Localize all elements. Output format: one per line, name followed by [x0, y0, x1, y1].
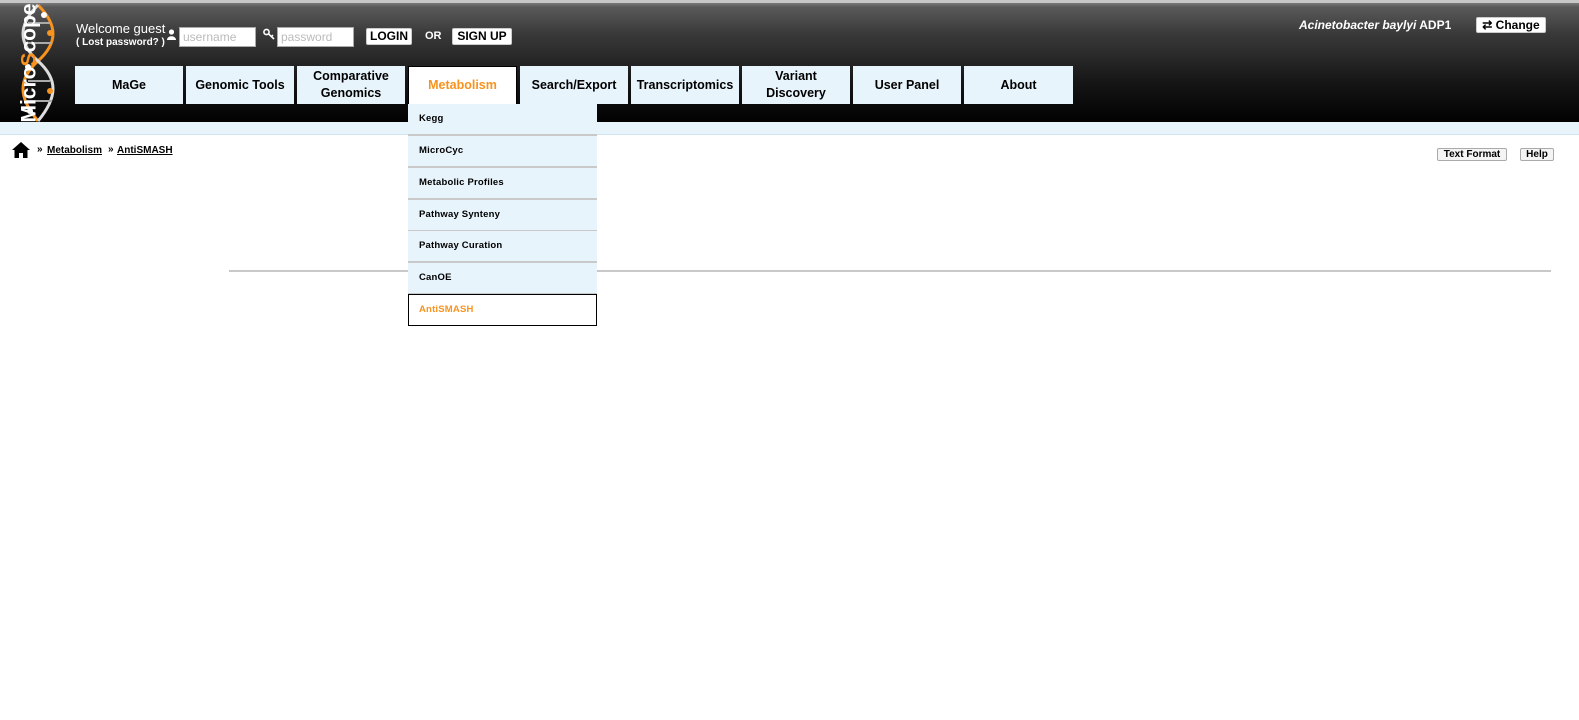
nav-variant-discovery[interactable]: Variant Discovery	[742, 66, 850, 104]
nav-transcriptomics[interactable]: Transcriptomics	[631, 66, 739, 104]
menu-item-canoe[interactable]: CanOE	[408, 263, 597, 295]
menu-item-metabolic-profiles[interactable]: Metabolic Profiles	[408, 168, 597, 200]
key-icon	[263, 28, 275, 43]
breadcrumb-antismash[interactable]: AntiSMASH	[117, 145, 173, 156]
nav-mage[interactable]: MaGe	[75, 66, 183, 104]
password-input[interactable]	[277, 27, 354, 47]
nav-comparative-genomics[interactable]: Comparative Genomics	[297, 66, 405, 104]
nav-metabolism[interactable]: Metabolism	[408, 66, 517, 104]
user-icon	[167, 29, 176, 43]
menu-item-antismash[interactable]: AntiSMASH	[408, 294, 597, 326]
microscope-logo[interactable]: MicroScope	[0, 3, 70, 125]
nav-search-export[interactable]: Search/Export	[520, 66, 628, 104]
menu-item-kegg[interactable]: Kegg	[408, 104, 597, 136]
organism-name: Acinetobacter baylyi ADP1	[1299, 18, 1452, 32]
breadcrumb-metabolism[interactable]: Metabolism	[47, 145, 102, 156]
menu-item-microcyc[interactable]: MicroCyc	[408, 136, 597, 168]
lost-password-link[interactable]: ( Lost password? )	[76, 37, 165, 48]
sub-bar	[0, 122, 1579, 135]
menu-item-pathway-curation[interactable]: Pathway Curation	[408, 231, 597, 263]
or-label: OR	[425, 30, 442, 42]
logo-text: MicroScope	[17, 3, 41, 123]
welcome-text: Welcome guest	[76, 21, 166, 36]
login-button[interactable]: LOGIN	[366, 28, 412, 45]
home-icon[interactable]	[11, 141, 31, 159]
username-input[interactable]	[179, 27, 256, 47]
change-organism-button[interactable]: ⇄ Change	[1476, 17, 1546, 33]
breadcrumb-separator: »	[108, 144, 114, 155]
signup-button[interactable]: SIGN UP	[452, 28, 512, 45]
menu-item-pathway-synteny[interactable]: Pathway Synteny	[408, 200, 597, 232]
help-button[interactable]: Help	[1520, 148, 1554, 161]
text-format-button[interactable]: Text Format	[1437, 148, 1507, 161]
nav-genomic-tools[interactable]: Genomic Tools	[186, 66, 294, 104]
nav-about[interactable]: About	[964, 66, 1073, 104]
nav-user-panel[interactable]: User Panel	[853, 66, 961, 104]
breadcrumb-separator: »	[37, 144, 43, 155]
